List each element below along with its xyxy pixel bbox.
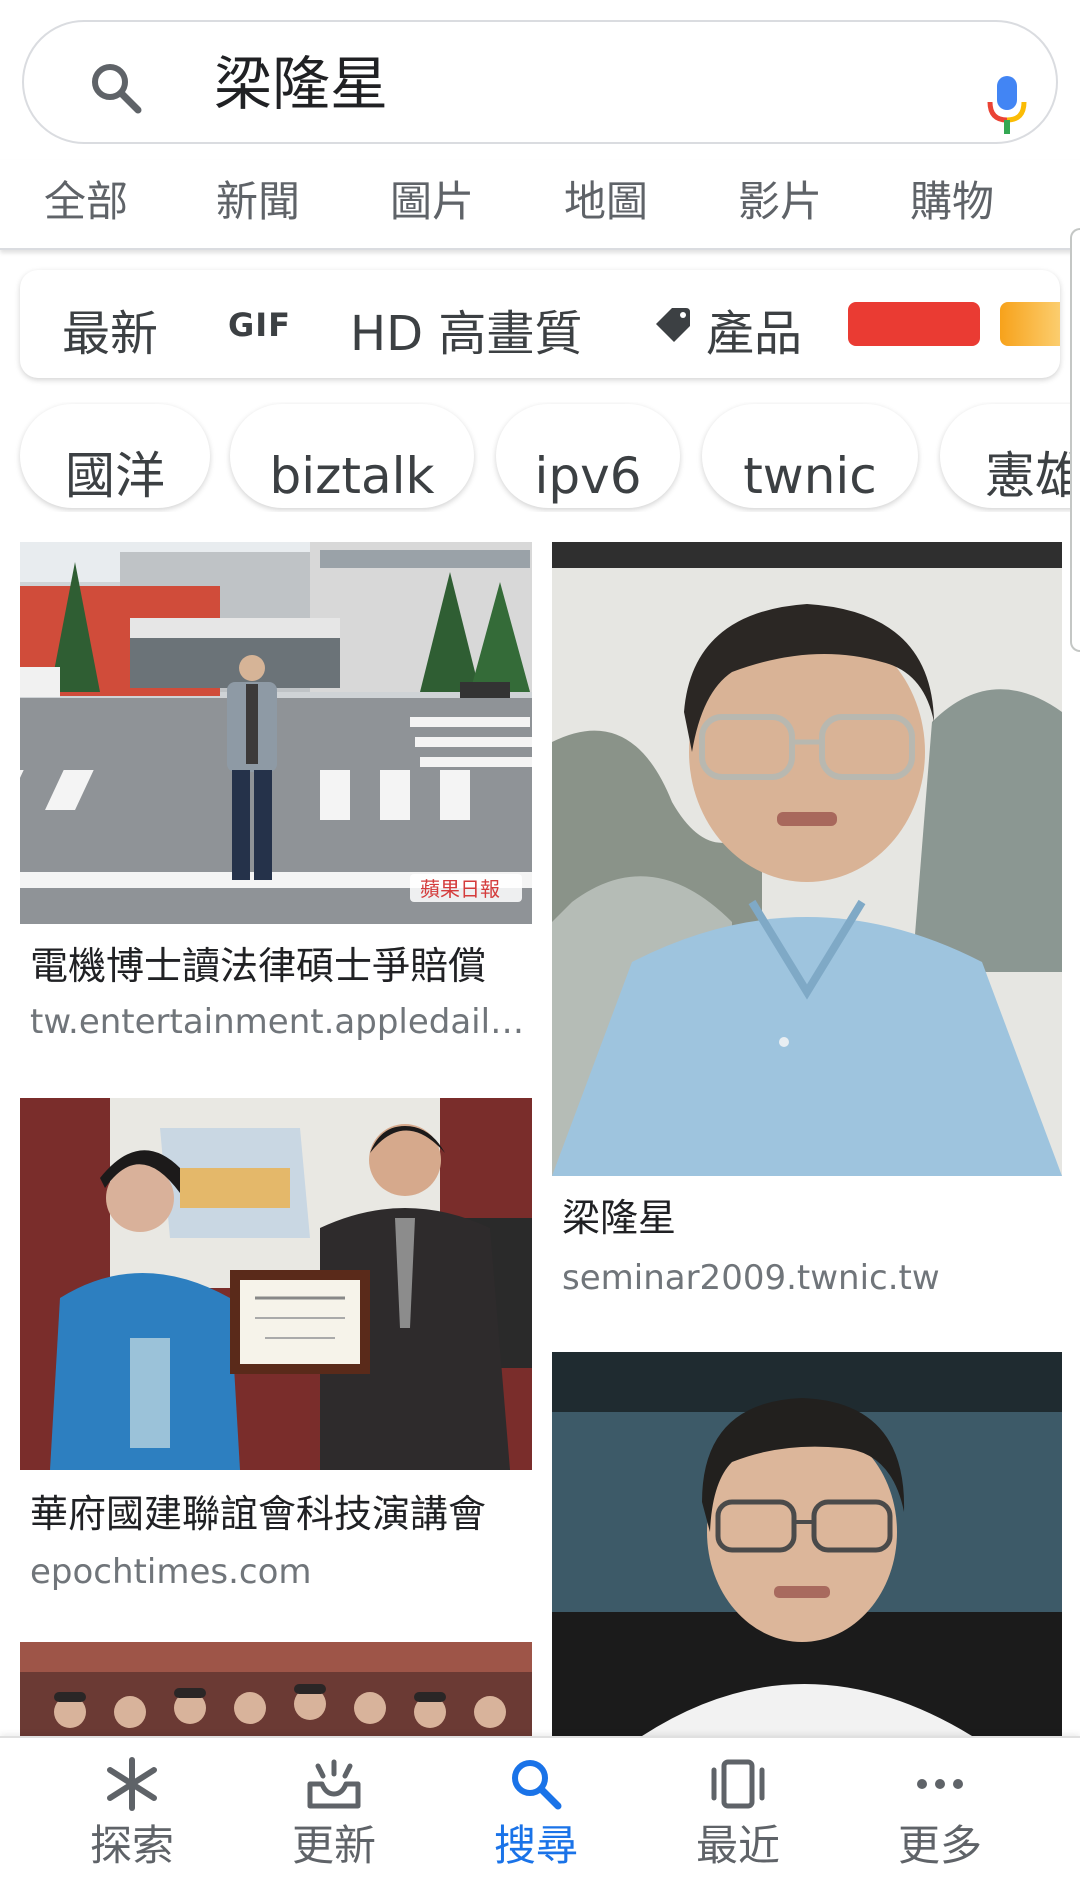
result-title-1[interactable]: 電機博士讀法律碩士爭賠償: [30, 940, 530, 992]
chip-biztalk[interactable]: biztalk: [230, 404, 474, 508]
chip-xianxiong[interactable]: 憲雄: [940, 404, 1080, 508]
nav-label-updates: 更新: [291, 1821, 376, 1870]
nav-label-more: 更多: [897, 1821, 982, 1870]
filter-hd[interactable]: HD 高畫質: [350, 304, 582, 364]
color-filter-orange[interactable]: [1000, 302, 1060, 346]
bottom-navigation: 探索 更新 搜尋 最近 更多: [0, 1736, 1080, 1888]
tab-shopping[interactable]: 購物: [910, 172, 994, 232]
more-icon: [917, 1779, 963, 1789]
nav-recent[interactable]: 最近: [630, 1738, 846, 1888]
tab-all[interactable]: 全部: [44, 172, 128, 232]
filter-recent[interactable]: 最新: [62, 304, 158, 364]
result-title-3[interactable]: 華府國建聯誼會科技演講會: [30, 1488, 530, 1540]
nav-discover[interactable]: 探索: [24, 1738, 240, 1888]
search-bar[interactable]: 梁隆星: [22, 20, 1058, 144]
nav-label-recent: 最近: [695, 1821, 780, 1870]
tag-icon[interactable]: [652, 306, 692, 346]
result-image-2[interactable]: [552, 542, 1062, 1176]
discover-icon: [107, 1757, 157, 1811]
tab-videos[interactable]: 影片: [738, 172, 822, 232]
result-title-2[interactable]: 梁隆星: [562, 1192, 1062, 1244]
tab-maps[interactable]: 地圖: [564, 172, 648, 232]
updates-icon: [307, 1759, 361, 1809]
gif-filter[interactable]: GIF: [228, 306, 291, 344]
result-source-2: seminar2009.twnic.tw: [562, 1258, 940, 1298]
watermark-text: 蘋果日報: [420, 877, 500, 901]
result-image-4[interactable]: [552, 1352, 1062, 1736]
side-panel-handle[interactable]: [1070, 228, 1080, 652]
recent-icon: [711, 1759, 765, 1809]
nav-updates[interactable]: 更新: [226, 1738, 442, 1888]
nav-label-discover: 探索: [89, 1821, 174, 1870]
result-image-1[interactable]: 蘋果日報: [20, 542, 532, 924]
filter-products[interactable]: 產品: [706, 304, 802, 364]
nav-search[interactable]: 搜尋: [428, 1738, 644, 1888]
search-icon[interactable]: [86, 58, 146, 118]
chip-twnic[interactable]: twnic: [702, 404, 918, 508]
search-tabs: 全部 新聞 圖片 地圖 影片 購物: [0, 160, 1080, 250]
result-image-5[interactable]: [20, 1642, 532, 1736]
tab-news[interactable]: 新聞: [216, 172, 300, 232]
microphone-icon[interactable]: [984, 74, 1030, 136]
result-source-1: tw.entertainment.appledaily.com.tw: [30, 1002, 530, 1042]
search-query[interactable]: 梁隆星: [214, 44, 388, 124]
chip-guoyang[interactable]: 國洋: [20, 404, 210, 508]
result-source-3: epochtimes.com: [30, 1552, 312, 1592]
search-icon: [512, 1760, 562, 1810]
nav-label-search: 搜尋: [493, 1821, 578, 1870]
tab-images[interactable]: 圖片: [390, 172, 474, 232]
nav-more[interactable]: 更多: [832, 1738, 1048, 1888]
result-image-3[interactable]: [20, 1098, 532, 1470]
color-filter-red[interactable]: [848, 302, 980, 346]
related-chips: 國洋 biztalk ipv6 twnic 憲雄: [0, 402, 1080, 512]
image-filter-bar: 最新 GIF HD 高畫質 產品: [20, 270, 1060, 378]
chip-ipv6[interactable]: ipv6: [496, 404, 680, 508]
